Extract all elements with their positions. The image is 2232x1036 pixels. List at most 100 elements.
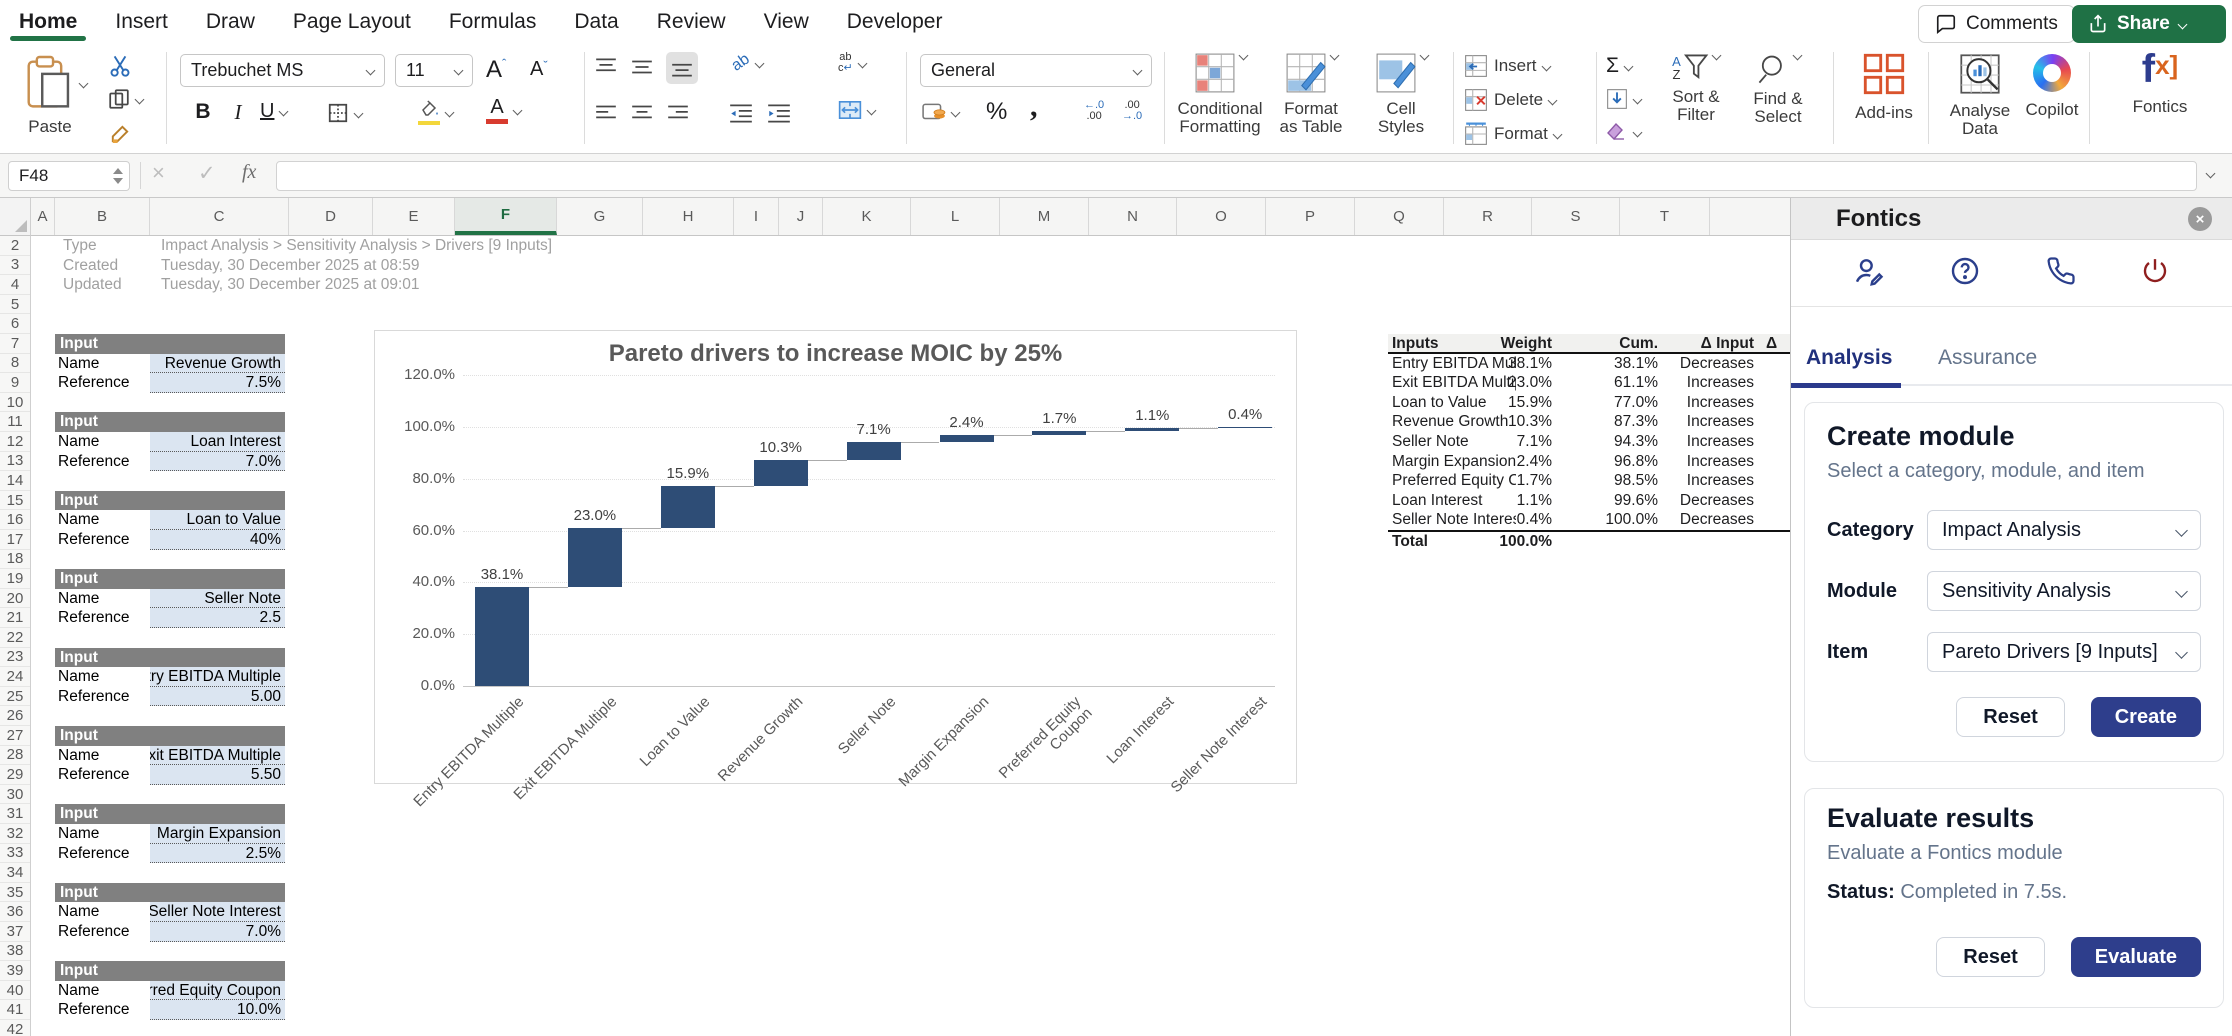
increase-font-button[interactable]: Aˆ [486, 56, 506, 84]
meta-value-cell[interactable]: Impact Analysis > Sensitivity Analysis >… [161, 236, 861, 256]
weights-cell-weight[interactable]: 7.1% [1472, 432, 1552, 452]
weights-cell-delta[interactable]: Increases [1664, 432, 1754, 452]
input-reference-value[interactable]: 5.00 [150, 687, 285, 707]
weights-header-cell[interactable]: Cum. [1578, 334, 1658, 354]
weights-cell-delta[interactable]: Increases [1664, 412, 1754, 432]
tab-formulas[interactable]: Formulas [449, 0, 537, 44]
column-header-P[interactable]: P [1266, 198, 1355, 235]
tab-developer[interactable]: Developer [847, 0, 943, 44]
row-header-20[interactable]: 20 [0, 589, 30, 609]
input-reference-label[interactable]: Reference [58, 922, 148, 942]
tab-analysis[interactable]: Analysis [1806, 346, 1892, 370]
align-middle-button[interactable] [630, 56, 654, 78]
row-header-22[interactable]: 22 [0, 628, 30, 648]
weights-cell-delta[interactable]: Increases [1664, 393, 1754, 413]
number-format-select[interactable]: General [920, 54, 1152, 87]
input-reference-value[interactable]: 2.5% [150, 844, 285, 864]
row-header-7[interactable]: 7 [0, 334, 30, 354]
input-block-header[interactable]: Input [55, 648, 285, 668]
input-name-label[interactable]: Name [58, 746, 148, 766]
font-name-select[interactable]: Trebuchet MS [180, 54, 385, 87]
column-header-J[interactable]: J [779, 198, 823, 235]
formula-bar-expand-icon[interactable] [2206, 169, 2216, 179]
input-block-header[interactable]: Input [55, 412, 285, 432]
row-header-15[interactable]: 15 [0, 491, 30, 511]
weights-cell-cum[interactable]: 94.3% [1578, 432, 1658, 452]
weights-cell-weight[interactable]: 2.4% [1472, 452, 1552, 472]
input-name-label[interactable]: Name [58, 354, 148, 374]
row-header-10[interactable]: 10 [0, 393, 30, 413]
column-header-A[interactable]: A [31, 198, 55, 235]
increase-indent-button[interactable] [766, 102, 792, 124]
column-header-G[interactable]: G [557, 198, 643, 235]
row-header-27[interactable]: 27 [0, 726, 30, 746]
input-block-header[interactable]: Input [55, 334, 285, 354]
cut-button[interactable] [108, 54, 132, 83]
row-header-8[interactable]: 8 [0, 354, 30, 374]
tab-draw[interactable]: Draw [206, 0, 255, 44]
row-header-14[interactable]: 14 [0, 471, 30, 491]
name-box[interactable]: F48 [8, 161, 130, 191]
row-header-18[interactable]: 18 [0, 550, 30, 570]
align-center-button[interactable] [630, 102, 654, 124]
input-reference-label[interactable]: Reference [58, 765, 148, 785]
conditional-formatting-button[interactable]: ConditionalFormatting [1176, 52, 1264, 136]
wrap-text-button[interactable]: abc↵ [838, 52, 866, 74]
column-header-T[interactable]: T [1620, 198, 1710, 235]
weights-cell-cum[interactable]: 98.5% [1578, 471, 1658, 491]
input-name-label[interactable]: Name [58, 589, 148, 609]
analyse-data-button[interactable]: AnalyseData [1940, 52, 2020, 138]
bold-button[interactable]: B [188, 100, 218, 124]
row-header-3[interactable]: 3 [0, 256, 30, 276]
weights-header-cell[interactable]: Δ Input [1664, 334, 1754, 354]
input-reference-value[interactable]: 10.0% [150, 1000, 285, 1020]
item-select[interactable]: Pareto Drivers [9 Inputs] [1927, 632, 2201, 672]
row-header-31[interactable]: 31 [0, 804, 30, 824]
enter-icon[interactable]: ✓ [198, 161, 216, 186]
copy-button[interactable] [108, 88, 143, 110]
phone-icon[interactable] [2046, 256, 2076, 291]
input-name-value[interactable]: Seller Note [150, 589, 285, 609]
row-header-25[interactable]: 25 [0, 687, 30, 707]
column-header-C[interactable]: C [150, 198, 289, 235]
row-header-36[interactable]: 36 [0, 902, 30, 922]
row-header-24[interactable]: 24 [0, 667, 30, 687]
row-header-28[interactable]: 28 [0, 746, 30, 766]
input-reference-value[interactable]: 7.5% [150, 373, 285, 393]
increase-decimal-button[interactable]: .00→.0 [1122, 100, 1142, 122]
underline-button[interactable]: U [260, 100, 287, 123]
decrease-font-button[interactable]: Aˇ [530, 58, 548, 81]
addins-button[interactable]: Add-ins [1845, 52, 1923, 122]
input-reference-value[interactable]: 7.0% [150, 452, 285, 472]
row-header-29[interactable]: 29 [0, 765, 30, 785]
row-header-19[interactable]: 19 [0, 569, 30, 589]
tab-view[interactable]: View [764, 0, 809, 44]
input-name-value[interactable]: Preferred Equity Coupon [150, 981, 285, 1001]
weights-cell-delta[interactable]: Increases [1664, 373, 1754, 393]
row-header-39[interactable]: 39 [0, 961, 30, 981]
input-name-value[interactable]: Revenue Growth [150, 354, 285, 374]
row-header-35[interactable]: 35 [0, 883, 30, 903]
weights-header-cell[interactable]: Weight [1472, 334, 1552, 354]
column-header-B[interactable]: B [55, 198, 150, 235]
weights-cell-weight[interactable]: 15.9% [1472, 393, 1552, 413]
input-name-label[interactable]: Name [58, 432, 148, 452]
font-size-select[interactable]: 11 [395, 54, 473, 87]
sort-filter-button[interactable]: AZ Sort &Filter [1658, 52, 1734, 124]
weights-cell-cum[interactable]: 77.0% [1578, 393, 1658, 413]
align-right-button[interactable] [666, 102, 690, 124]
weights-cell-weight[interactable]: 38.1% [1472, 354, 1552, 374]
create-reset-button[interactable]: Reset [1956, 697, 2064, 737]
input-name-label[interactable]: Name [58, 824, 148, 844]
input-name-label[interactable]: Name [58, 981, 148, 1001]
column-header-D[interactable]: D [289, 198, 373, 235]
insert-cells-button[interactable]: Insert [1464, 54, 1550, 78]
input-block-header[interactable]: Input [55, 491, 285, 511]
column-header-S[interactable]: S [1532, 198, 1620, 235]
column-header-L[interactable]: L [911, 198, 1000, 235]
row-header-21[interactable]: 21 [0, 608, 30, 628]
column-header-I[interactable]: I [734, 198, 779, 235]
category-select[interactable]: Impact Analysis [1927, 510, 2201, 550]
row-header-12[interactable]: 12 [0, 432, 30, 452]
autosum-button[interactable]: Σ [1606, 54, 1632, 78]
